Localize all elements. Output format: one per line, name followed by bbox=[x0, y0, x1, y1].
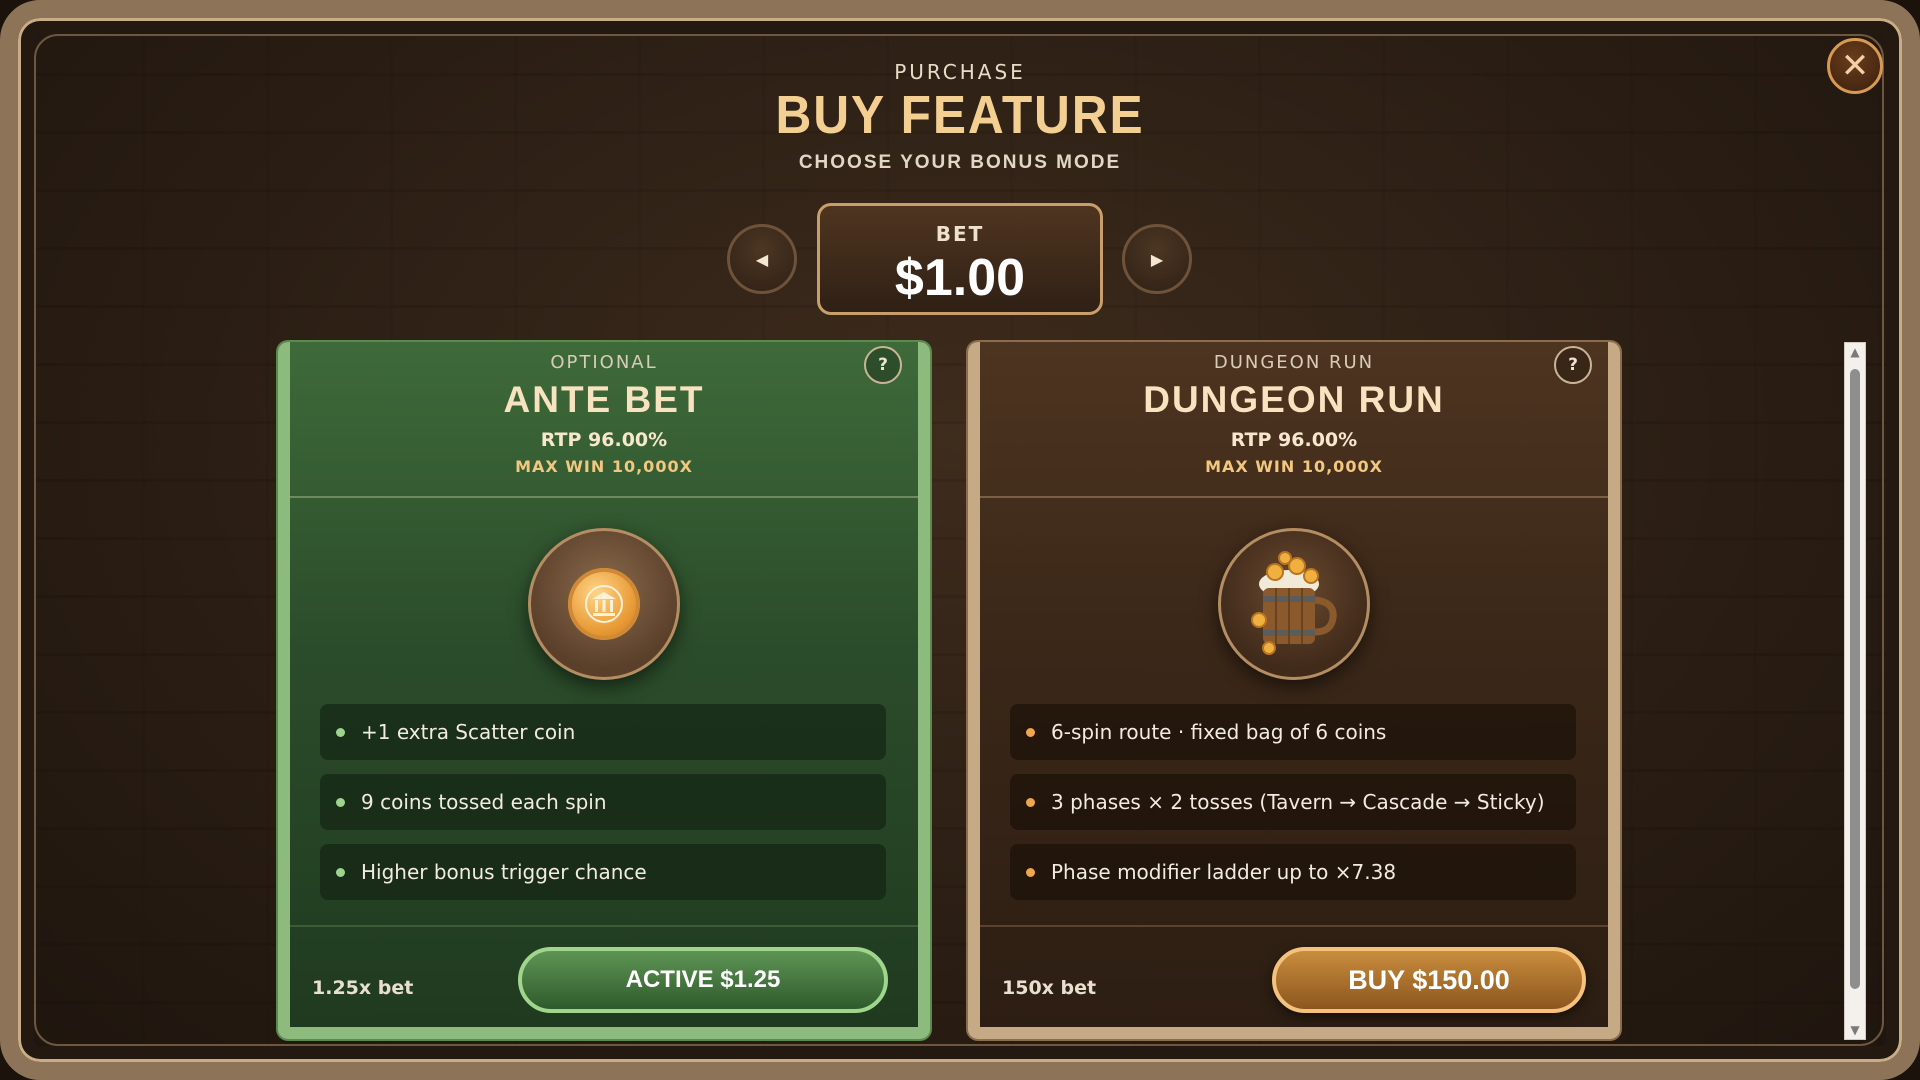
feature-list: 6-spin route · fixed bag of 6 coins 3 ph… bbox=[1010, 704, 1576, 914]
bet-increase-button[interactable]: ▶ bbox=[1122, 224, 1192, 294]
bullet-icon bbox=[1026, 797, 1035, 807]
card-rtp: RTP 96.00% bbox=[1230, 429, 1358, 451]
modal-subtitle: PURCHASE bbox=[894, 60, 1026, 84]
bullet-icon bbox=[336, 797, 345, 807]
card-header: DUNGEON RUN DUNGEON RUN RTP 96.00% MAX W… bbox=[980, 342, 1608, 498]
feature-medallion bbox=[1218, 528, 1370, 680]
feature-item: Higher bonus trigger chance bbox=[320, 844, 886, 900]
question-icon: ? bbox=[878, 355, 888, 375]
feature-medallion bbox=[528, 528, 680, 680]
modal-caption: CHOOSE YOUR BONUS MODE bbox=[798, 152, 1122, 173]
card-footer: 1.25x bet ACTIVE $1.25 bbox=[290, 925, 918, 1027]
bet-label: BET bbox=[935, 222, 985, 246]
feature-card-dungeon-run[interactable]: DUNGEON RUN DUNGEON RUN RTP 96.00% MAX W… bbox=[968, 342, 1620, 1039]
coin-bank-icon bbox=[568, 568, 640, 640]
bullet-icon bbox=[336, 727, 345, 737]
triangle-left-icon: ◀ bbox=[755, 249, 769, 269]
vertical-scrollbar[interactable]: ▲ ▼ bbox=[1844, 342, 1866, 1040]
card-max-win: MAX WIN 10,000X bbox=[515, 457, 693, 476]
bullet-icon bbox=[336, 867, 345, 877]
bullet-icon bbox=[1026, 727, 1035, 737]
card-header: OPTIONAL ANTE BET RTP 96.00% MAX WIN 10,… bbox=[290, 342, 918, 498]
card-title: ANTE BET bbox=[503, 379, 705, 420]
modal-title: BUY FEATURE bbox=[775, 85, 1145, 145]
feature-item: +1 extra Scatter coin bbox=[320, 704, 886, 760]
bet-display: BET $1.00 bbox=[817, 203, 1103, 315]
bullet-icon bbox=[1026, 867, 1035, 877]
card-kicker: OPTIONAL bbox=[550, 352, 658, 373]
scroll-down-icon[interactable]: ▼ bbox=[1845, 1021, 1865, 1039]
feature-list: +1 extra Scatter coin 9 coins tossed eac… bbox=[320, 704, 886, 914]
card-rtp: RTP 96.00% bbox=[540, 429, 668, 451]
beer-mug-coins-icon bbox=[1251, 551, 1337, 655]
triangle-right-icon: ▶ bbox=[1150, 249, 1164, 269]
card-footer: 150x bet BUY $150.00 bbox=[980, 925, 1608, 1027]
help-button[interactable]: ? bbox=[1554, 346, 1592, 384]
bet-decrease-button[interactable]: ◀ bbox=[727, 224, 797, 294]
buy-dungeon-run-button[interactable]: BUY $150.00 bbox=[1272, 947, 1586, 1013]
question-icon: ? bbox=[1568, 355, 1578, 375]
help-button[interactable]: ? bbox=[864, 346, 902, 384]
scroll-thumb[interactable] bbox=[1850, 369, 1860, 989]
feature-item: 3 phases × 2 tosses (Tavern → Cascade → … bbox=[1010, 774, 1576, 830]
bet-value: $1.00 bbox=[894, 249, 1026, 307]
feature-item: 6-spin route · fixed bag of 6 coins bbox=[1010, 704, 1576, 760]
card-kicker: DUNGEON RUN bbox=[1213, 352, 1375, 373]
bet-multiplier: 150x bet bbox=[1002, 977, 1097, 999]
feature-item: Phase modifier ladder up to ×7.38 bbox=[1010, 844, 1576, 900]
bet-multiplier: 1.25x bet bbox=[312, 977, 414, 999]
ante-bet-active-button[interactable]: ACTIVE $1.25 bbox=[518, 947, 888, 1013]
scroll-up-icon[interactable]: ▲ bbox=[1845, 343, 1865, 361]
feature-card-ante-bet[interactable]: OPTIONAL ANTE BET RTP 96.00% MAX WIN 10,… bbox=[278, 342, 930, 1039]
card-max-win: MAX WIN 10,000X bbox=[1205, 457, 1383, 476]
feature-item: 9 coins tossed each spin bbox=[320, 774, 886, 830]
card-title: DUNGEON RUN bbox=[1143, 379, 1445, 420]
